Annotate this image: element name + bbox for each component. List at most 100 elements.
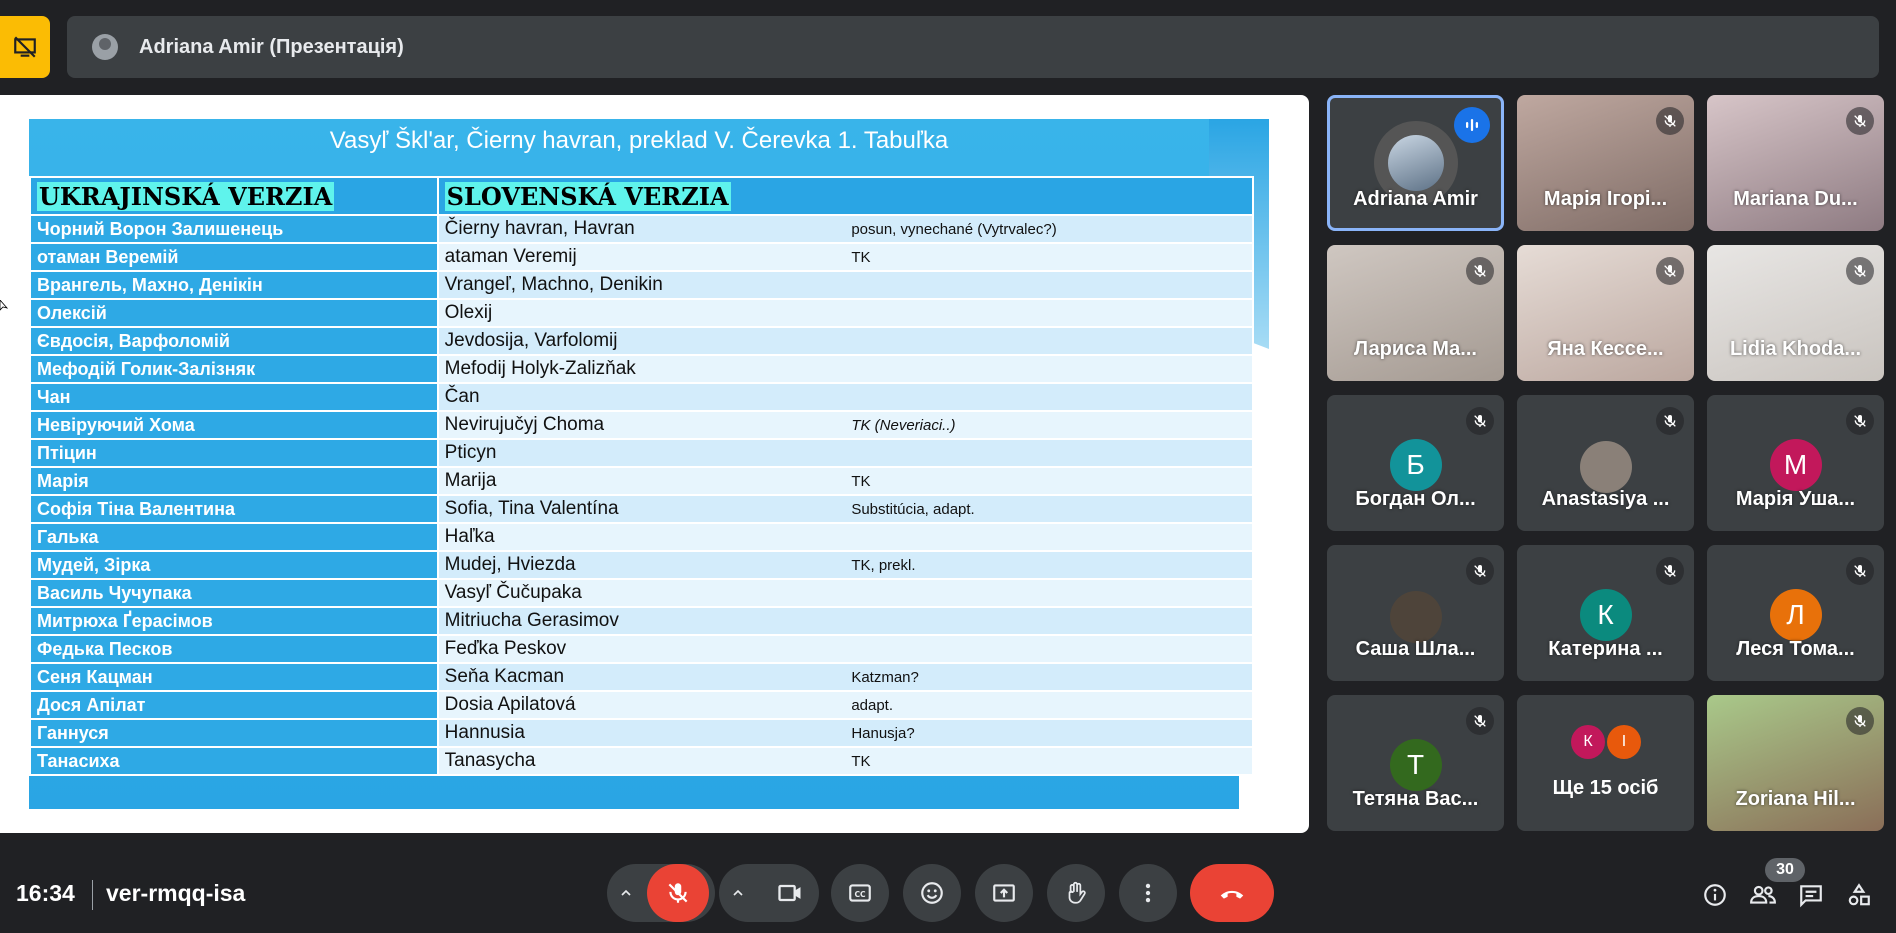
bottom-bar: 16:34 ver-rmqq-isa CC 30 — [0, 858, 1896, 933]
table-cell-uk: Невіруючий Хома — [29, 410, 439, 440]
participant-tile[interactable]: Саша Шла... — [1327, 545, 1504, 681]
muted-indicator — [1466, 557, 1494, 585]
participant-tile[interactable]: К І Ще 15 осіб — [1517, 695, 1694, 831]
mic-off-icon — [1664, 115, 1676, 127]
mic-off-icon — [1664, 265, 1676, 277]
camera-control — [719, 864, 819, 922]
more-options-button[interactable] — [1119, 864, 1177, 922]
table-cell-note — [845, 606, 1254, 636]
table-cell-uk: Птіцин — [29, 438, 439, 468]
mic-off-icon — [1664, 565, 1676, 577]
reactions-button[interactable] — [903, 864, 961, 922]
table-cell-sk: Mefodij Holyk-Zalizňak — [436, 354, 846, 384]
table-row: Чорний Ворон Залишенець Čierny havran, Ha… — [29, 214, 1254, 244]
emoji-icon — [921, 882, 943, 904]
mic-off-icon — [1854, 565, 1866, 577]
participant-tile[interactable]: Л Леся Тома... — [1707, 545, 1884, 681]
leave-call-button[interactable] — [1190, 864, 1274, 922]
table-cell-note — [845, 298, 1254, 328]
table-cell-note: Substitúcia, adapt. — [845, 494, 1254, 524]
muted-indicator — [1846, 407, 1874, 435]
table-cell-uk: Галька — [29, 522, 439, 552]
meeting-details-button[interactable] — [1700, 880, 1730, 910]
table-cell-sk: Olexij — [436, 298, 846, 328]
column-header-uk: UKRAJINSKÁ VERZIA — [29, 176, 439, 216]
slide-title: Vasyľ Šklʹar, Čierny havran, preklad V. … — [329, 127, 949, 154]
participant-name: Марія Уша... — [1735, 488, 1856, 510]
table-row: Дося Апілат Dosia Apilatová adapt. — [29, 690, 1254, 720]
table-row: Невіруючий Хома Nevirujučyj Choma TK (Neve… — [29, 410, 1254, 440]
table-cell-uk: Чан — [29, 382, 439, 412]
mic-toggle-button[interactable] — [647, 864, 709, 922]
mic-off-icon — [1854, 415, 1866, 427]
muted-indicator — [1466, 257, 1494, 285]
present-to-all-icon — [993, 884, 1015, 902]
call-end-icon — [1220, 890, 1244, 899]
microphone-control — [607, 864, 715, 922]
avatar — [1389, 591, 1442, 643]
participant-name: Lidia Khoda... — [1729, 338, 1862, 360]
chevron-up-icon — [621, 889, 631, 896]
participant-tile[interactable]: Лариса Ма... — [1327, 245, 1504, 381]
table-cell-sk: Hannusia — [436, 718, 846, 748]
table-cell-uk: Танасиха — [29, 746, 439, 776]
table-cell-note — [845, 382, 1254, 412]
divider — [92, 880, 93, 910]
table-cell-uk: Олексій — [29, 298, 439, 328]
video-options-button[interactable] — [723, 885, 753, 901]
table-cell-sk: Seňa Kacman — [436, 662, 846, 692]
table-row: Сеня Кацман Seňa Kacman Katzman? — [29, 662, 1254, 692]
audio-options-button[interactable] — [611, 885, 641, 901]
table-cell-note: TK — [845, 746, 1254, 776]
info-icon — [1704, 884, 1726, 906]
table-header-row: UKRAJINSKÁ VERZIA SLOVENSKÁ VERZIA — [29, 176, 1255, 216]
people-button[interactable] — [1748, 880, 1778, 910]
slide: Vasyľ Šklʹar, Čierny havran, preklad V. … — [29, 119, 1279, 809]
participant-tile[interactable]: Mariana Du... — [1707, 95, 1884, 231]
muted-indicator — [1846, 707, 1874, 735]
participant-name: Марія Ігорі... — [1543, 188, 1668, 210]
participant-tile[interactable]: К Катерина ... — [1517, 545, 1694, 681]
audio-level-icon — [1466, 119, 1478, 131]
present-screen-button[interactable] — [975, 864, 1033, 922]
table-row: Мудей, Зірка Mudej, Hviezda TK, prekl. — [29, 550, 1254, 580]
table-cell-uk: Митрюха Ґерасімов — [29, 606, 439, 636]
muted-indicator — [1656, 557, 1684, 585]
participant-tile[interactable]: Т Тетяна Вас... — [1327, 695, 1504, 831]
table-cell-note: Hanusja? — [845, 718, 1254, 748]
participant-tile[interactable]: Adriana Amir — [1327, 95, 1504, 231]
table-cell-note — [845, 270, 1254, 300]
table-row: Врангель, Махно, Денікін Vrangeľ, Machno,… — [29, 270, 1254, 300]
table-cell-note: TK — [845, 466, 1254, 496]
participant-name: Богдан Ол... — [1355, 488, 1476, 510]
closed-captions-icon: CC — [849, 884, 871, 902]
table-row: Чан Čan — [29, 382, 1254, 412]
more-participants-label: Ще 15 осіб — [1552, 777, 1659, 799]
participant-tile[interactable]: Zoriana Hil... — [1707, 695, 1884, 831]
avatar: К — [1579, 589, 1632, 641]
activities-button[interactable] — [1844, 880, 1874, 910]
participant-name: Тетяна Вас... — [1352, 788, 1479, 810]
clock: 16:34 — [16, 880, 75, 906]
table-cell-sk: Jevdosija, Varfolomij — [436, 326, 846, 356]
table-row: Мефодій Голик-Залізняк Mefodij Holyk-Zali… — [29, 354, 1254, 384]
table-cell-uk: Врангель, Махно, Денікін — [29, 270, 439, 300]
participant-tile[interactable]: Марія Ігорі... — [1517, 95, 1694, 231]
participant-tile[interactable]: Яна Кессе... — [1517, 245, 1694, 381]
participant-tile[interactable]: Б Богдан Ол... — [1327, 395, 1504, 531]
raise-hand-button[interactable] — [1047, 864, 1105, 922]
muted-indicator — [1846, 257, 1874, 285]
chat-button[interactable] — [1796, 880, 1826, 910]
table-cell-uk: Софія Тіна Валентина — [29, 494, 439, 524]
presenter-bar: Adriana Amir (Презентація) — [67, 16, 1879, 78]
stop-presenting-button[interactable] — [0, 16, 50, 78]
camera-toggle-button[interactable] — [761, 864, 819, 922]
mic-off-icon — [1474, 265, 1486, 277]
participant-name: Катерина ... — [1548, 638, 1663, 660]
participant-tile[interactable]: Lidia Khoda... — [1707, 245, 1884, 381]
participant-tile[interactable]: М Марія Уша... — [1707, 395, 1884, 531]
mic-off-icon — [1474, 715, 1486, 727]
avatar: К — [1571, 725, 1605, 759]
captions-button[interactable]: CC — [831, 864, 889, 922]
participant-tile[interactable]: Anastasiya ... — [1517, 395, 1694, 531]
